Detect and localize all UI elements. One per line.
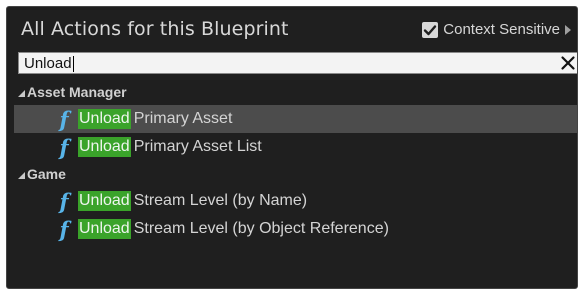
action-item-label: Primary Asset: [133, 110, 233, 127]
action-menu-panel: All Actions for this Blueprint Context S…: [6, 6, 578, 289]
function-icon: f: [59, 106, 69, 132]
close-icon[interactable]: [560, 55, 576, 71]
function-icon: f: [59, 188, 69, 214]
action-item-unload-primary-asset-list[interactable]: f Unload Primary Asset List: [14, 133, 577, 161]
search-match-highlight: Unload: [78, 219, 131, 239]
category-game[interactable]: Game: [14, 161, 577, 187]
action-item-label: Primary Asset List: [133, 138, 262, 155]
category-label: Asset Manager: [27, 84, 127, 100]
function-icon: f: [59, 216, 69, 242]
checkmark-icon: [424, 24, 437, 35]
context-sensitive-toggle[interactable]: Context Sensitive: [422, 21, 571, 38]
search-match-highlight: Unload: [78, 137, 131, 157]
category-label: Game: [27, 166, 66, 182]
collapse-triangle-icon[interactable]: [18, 89, 25, 97]
function-icon: f: [59, 134, 69, 160]
search-match-highlight: Unload: [78, 109, 131, 129]
search-value: Unload: [24, 55, 72, 72]
action-item-unload-stream-level-by-name[interactable]: f Unload Stream Level (by Name): [14, 187, 577, 215]
action-menu-header: All Actions for this Blueprint Context S…: [7, 7, 577, 53]
action-item-unload-stream-level-by-object-reference[interactable]: f Unload Stream Level (by Object Referen…: [14, 215, 577, 243]
action-item-label: Stream Level (by Object Reference): [133, 220, 389, 237]
category-asset-manager[interactable]: Asset Manager: [14, 79, 577, 105]
text-caret: [72, 55, 74, 72]
action-item-unload-primary-asset[interactable]: f Unload Primary Asset: [14, 105, 577, 133]
collapse-triangle-icon[interactable]: [18, 171, 25, 179]
action-item-label: Stream Level (by Name): [133, 192, 308, 209]
context-sensitive-checkbox[interactable]: [422, 21, 439, 38]
search-match-highlight: Unload: [78, 191, 131, 211]
search-text[interactable]: Unload: [24, 55, 74, 72]
action-tree: Asset Manager f Unload Primary Asset f U…: [14, 79, 577, 243]
panel-title: All Actions for this Blueprint: [21, 18, 289, 40]
context-sensitive-label: Context Sensitive: [443, 21, 560, 38]
expand-arrow-icon[interactable]: [565, 24, 571, 35]
search-input[interactable]: Unload: [18, 52, 577, 74]
